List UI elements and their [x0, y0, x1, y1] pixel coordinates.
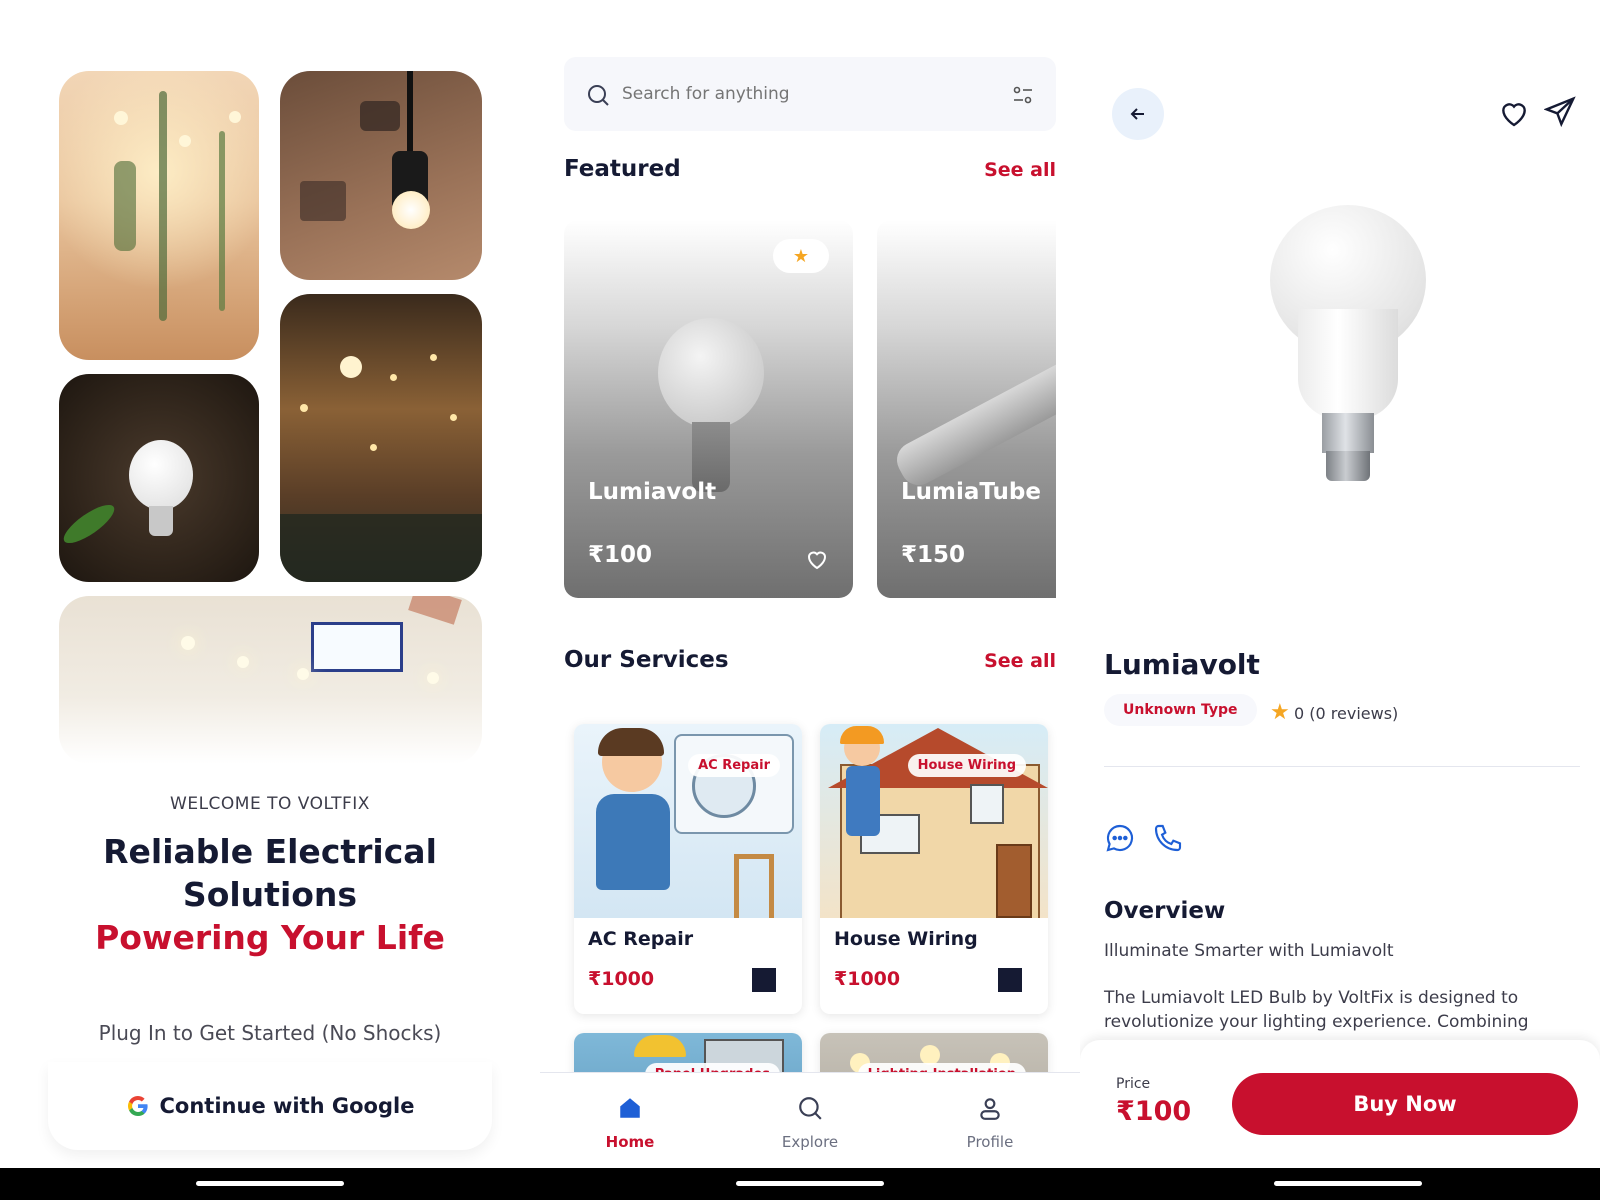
- welcome-title-line1: Reliable Electrical: [103, 832, 437, 871]
- product-rating: 0 (0 reviews): [1294, 704, 1399, 723]
- gesture-handle[interactable]: [1274, 1181, 1422, 1186]
- home-icon: [617, 1095, 643, 1125]
- divider: [1104, 766, 1580, 767]
- photo-hanging-plants: [59, 71, 259, 360]
- welcome-title-accent: Powering Your Life: [95, 918, 445, 957]
- gesture-handle[interactable]: [196, 1181, 344, 1186]
- phone-icon[interactable]: [1152, 822, 1184, 858]
- service-name: House Wiring: [834, 928, 978, 950]
- services-title: Our Services: [564, 647, 729, 673]
- photo-arched-hall: [280, 294, 482, 582]
- chat-icon[interactable]: [1104, 822, 1136, 858]
- share-icon[interactable]: [1543, 96, 1576, 132]
- services-see-all-link[interactable]: See all: [984, 650, 1056, 672]
- purchase-bar: Price ₹100 Buy Now: [1080, 1040, 1600, 1168]
- tube-image: [890, 349, 1056, 492]
- featured-name: Lumiavolt: [588, 479, 717, 505]
- service-price: ₹1000: [588, 968, 655, 990]
- favorite-star-badge[interactable]: ★: [773, 239, 829, 273]
- price-value: ₹100: [1116, 1096, 1192, 1127]
- photo-bulb-on-soil: [59, 374, 259, 582]
- arrow-left-icon: [1128, 104, 1148, 124]
- product-title: Lumiavolt: [1104, 648, 1260, 681]
- overview-description: The Lumiavolt LED Bulb by VoltFix is des…: [1104, 988, 1529, 1032]
- search-icon: [586, 83, 610, 111]
- service-add-square[interactable]: [998, 968, 1022, 992]
- service-add-square[interactable]: [752, 968, 776, 992]
- service-card-ac-repair[interactable]: AC Repair AC Repair ₹1000: [574, 724, 802, 1014]
- continue-with-google-button[interactable]: Continue with Google: [48, 1062, 492, 1150]
- user-icon: [977, 1095, 1003, 1125]
- filter-icon[interactable]: [1012, 84, 1034, 110]
- star-icon: ★: [792, 245, 810, 267]
- service-card-house-wiring[interactable]: House Wiring House Wiring ₹1000: [820, 724, 1048, 1014]
- search-icon: [797, 1095, 823, 1125]
- google-icon: [126, 1094, 150, 1118]
- star-icon: ★: [1270, 700, 1290, 725]
- featured-card-lumiatube[interactable]: LumiaTube ₹150: [877, 220, 1056, 598]
- photo-wall-lights: [59, 596, 482, 764]
- featured-card-lumiavolt[interactable]: ★ Lumiavolt ₹100: [564, 220, 853, 598]
- nav-label: Home: [605, 1133, 655, 1151]
- featured-name: LumiaTube: [901, 479, 1041, 505]
- featured-price: ₹100: [588, 542, 653, 568]
- heart-icon[interactable]: [1498, 98, 1530, 132]
- heart-icon[interactable]: [805, 548, 829, 574]
- service-tag: AC Repair: [688, 754, 780, 777]
- product-type-chip: Unknown Type: [1104, 694, 1257, 726]
- welcome-subtitle: Plug In to Get Started (No Shocks): [98, 1021, 442, 1045]
- gesture-handle[interactable]: [736, 1181, 884, 1186]
- welcome-screen: WELCOME TO VOLTFIX Reliable Electrical S…: [0, 0, 540, 1168]
- product-detail-screen: Lumiavolt Unknown Type ★ 0 (0 reviews) O…: [1080, 0, 1600, 1168]
- overview-tagline: Illuminate Smarter with Lumiavolt: [1104, 941, 1394, 961]
- home-screen: Featured See all ★ Lumiavolt ₹100 LumiaT…: [540, 0, 1080, 1168]
- search-bar[interactable]: [564, 57, 1056, 131]
- featured-price: ₹150: [901, 542, 966, 568]
- search-input[interactable]: [622, 77, 982, 111]
- product-image: [1270, 205, 1430, 495]
- buy-now-button[interactable]: Buy Now: [1232, 1073, 1578, 1135]
- service-name: AC Repair: [588, 928, 694, 950]
- back-button[interactable]: [1112, 88, 1164, 140]
- service-tag: House Wiring: [907, 754, 1026, 777]
- welcome-eyebrow: WELCOME TO VOLTFIX: [170, 794, 370, 814]
- nav-label: Explore: [781, 1133, 839, 1151]
- overview-title: Overview: [1104, 898, 1226, 924]
- price-label: Price: [1116, 1076, 1151, 1092]
- service-price: ₹1000: [834, 968, 901, 990]
- bulb-image: [658, 318, 764, 428]
- featured-see-all-link[interactable]: See all: [984, 159, 1056, 181]
- featured-title: Featured: [564, 156, 681, 182]
- photo-hanging-bulb: [280, 71, 482, 280]
- bottom-navigation: Home Explore Profile: [540, 1072, 1080, 1168]
- welcome-title-line2: Solutions: [182, 875, 358, 914]
- google-button-label: Continue with Google: [159, 1094, 415, 1118]
- nav-label: Profile: [966, 1133, 1014, 1151]
